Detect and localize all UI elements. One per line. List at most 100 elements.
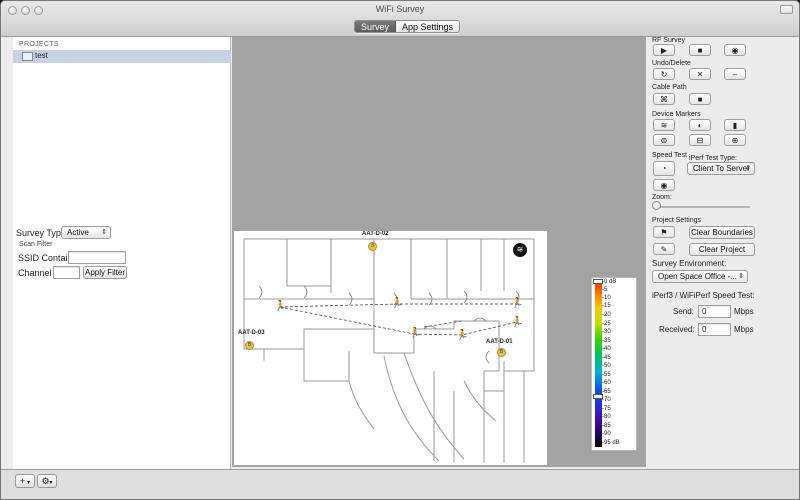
scale-tick: -40 <box>602 346 611 352</box>
flag-icon: ⚑ <box>660 227 668 237</box>
scale-tick: -95 dB <box>602 440 620 446</box>
ap-badge-d01[interactable]: B <box>497 348 506 357</box>
survey-point-marker[interactable]: 🏃 <box>511 298 523 309</box>
survey-filter-panel: Survey Type: Active ⇕ Scan Filter SSID C… <box>13 223 231 283</box>
scale-tick: -15 <box>602 303 611 309</box>
iperf-type-select[interactable]: Client To Server ⇕ <box>687 162 755 175</box>
channel-input[interactable] <box>53 266 80 279</box>
ap-label-d02: AAT-D-02 <box>362 231 389 237</box>
ap-badge-d03[interactable]: B <box>245 341 254 350</box>
cable-icon: ⌘ <box>660 94 668 104</box>
scale-tick: -70 <box>602 397 611 403</box>
project-settings-label: Project Settings <box>652 217 702 224</box>
apply-filter-button[interactable]: Apply Filter <box>83 266 127 279</box>
cable-stop-button[interactable]: ■ <box>689 93 711 105</box>
title-bar: WiFi Survey Survey App Settings <box>1 1 799 37</box>
speed-view-button[interactable]: ◉ <box>653 179 675 191</box>
send-unit: Mbps <box>734 307 754 316</box>
remove-button[interactable]: – <box>724 68 746 80</box>
scale-tick: -60 <box>602 380 611 386</box>
scale-tick: -75 <box>602 406 611 412</box>
speed-test-label: Speed Test <box>652 152 687 159</box>
scan-filter-label: Scan Filter <box>19 241 53 248</box>
speedometer-icon: ◔ <box>661 164 667 173</box>
eye-icon: ◉ <box>660 180 668 190</box>
project-settings-button[interactable]: ⚙▾ <box>37 474 57 488</box>
gear-icon: ⚙ <box>41 476 50 486</box>
survey-point-marker[interactable]: 🏃 <box>409 328 421 339</box>
zoom-slider-track[interactable] <box>654 206 750 208</box>
wifi-icon[interactable]: ≋ <box>513 243 527 257</box>
signal-gradient-bar <box>595 281 602 447</box>
projects-header: PROJECTS <box>19 41 59 48</box>
survey-point-marker[interactable]: 🏃 <box>274 301 286 312</box>
wifi-icon: ≋ <box>660 120 668 130</box>
speed-test-button[interactable]: ◔ <box>653 161 675 176</box>
floor-plan[interactable]: AAT-D-02 AAT-D-03 AAT-D-01 3 B B ≋ 🏃 🏃 🏃… <box>234 231 547 465</box>
received-value-field[interactable]: 0 <box>698 323 731 336</box>
router-icon: ⊟ <box>696 135 704 145</box>
marker-wifi-button[interactable]: ≋ <box>653 119 675 131</box>
ap-label-d01: AAT-D-01 <box>486 339 513 345</box>
project-icon <box>22 52 33 61</box>
scale-tick: -45 <box>602 355 611 361</box>
chevron-updown-icon: ⇕ <box>738 273 744 280</box>
chevron-updown-icon: ⇕ <box>101 229 107 236</box>
cable-path-button[interactable]: ⌘ <box>653 93 675 105</box>
scale-tick: -20 <box>602 312 611 318</box>
delete-icon: ✕ <box>696 69 704 79</box>
toolbar-toggle-button[interactable] <box>780 5 793 14</box>
tab-app-settings[interactable]: App Settings <box>396 21 460 32</box>
add-project-button[interactable]: + ▾ <box>15 474 35 488</box>
scale-tick: -0 dB <box>602 279 617 285</box>
project-item-test[interactable]: test <box>13 50 231 63</box>
chevron-updown-icon: ⇕ <box>745 165 751 172</box>
marker-printer-button[interactable]: ⊜ <box>653 134 675 146</box>
scale-tick: -10 <box>602 295 611 301</box>
channel-label: Channel <box>18 268 52 278</box>
survey-type-select[interactable]: Active ⇕ <box>61 226 111 239</box>
stop-icon: ■ <box>697 45 703 55</box>
tab-bar: Survey App Settings <box>354 20 461 33</box>
minus-icon: – <box>732 69 738 79</box>
scale-tick: -85 <box>602 423 611 429</box>
edit-project-button[interactable]: ✎ <box>653 243 675 255</box>
send-value-field[interactable]: 0 <box>698 305 731 318</box>
ssid-input[interactable] <box>68 251 126 264</box>
ap-badge-d02[interactable]: 3 <box>368 242 377 251</box>
delete-button[interactable]: ✕ <box>689 68 711 80</box>
survey-point-marker[interactable]: 🏃 <box>456 330 468 341</box>
marker-phone-button[interactable]: ▮ <box>724 119 746 131</box>
zoom-slider-knob[interactable] <box>652 201 661 210</box>
phone-icon: ▮ <box>732 120 738 130</box>
rf-survey-label: RF Survey <box>652 37 686 44</box>
switch-icon: ⊕ <box>731 135 739 145</box>
marker-router-button[interactable]: ⊟ <box>689 134 711 146</box>
clear-project-button[interactable]: Clear Project <box>689 243 755 256</box>
device-markers-label: Device Markers <box>652 111 701 118</box>
pencil-icon: ✎ <box>660 244 668 254</box>
camera-icon: ◐ <box>697 120 703 130</box>
scale-tick: -5 <box>602 287 608 293</box>
app-window: WiFi Survey Survey App Settings PROJECTS… <box>0 0 800 500</box>
play-button[interactable]: ▶ <box>653 44 675 56</box>
view-button[interactable]: ◉ <box>724 44 746 56</box>
bottom-bar: + ▾ ⚙▾ <box>1 469 799 499</box>
survey-point-marker[interactable]: 🏃 <box>511 317 523 328</box>
scale-tick: -25 <box>602 321 611 327</box>
received-unit: Mbps <box>734 325 754 334</box>
scale-tick: -35 <box>602 338 611 344</box>
boundary-flag-button[interactable]: ⚑ <box>653 226 675 238</box>
survey-point-marker[interactable]: 🏃 <box>391 298 403 309</box>
survey-env-select[interactable]: Open Space Office -... ⇕ <box>652 270 748 283</box>
marker-camera-button[interactable]: ◐ <box>689 119 711 131</box>
stop-button[interactable]: ■ <box>689 44 711 56</box>
zoom-label: Zoom: <box>652 194 672 201</box>
survey-tools-panel: RF Survey ▶ ■ ◉ Undo/Delete ↻ ✕ – Cable … <box>647 37 799 469</box>
marker-switch-button[interactable]: ⊕ <box>724 134 746 146</box>
clear-boundaries-button[interactable]: Clear Boundaries <box>689 226 755 239</box>
undo-button[interactable]: ↻ <box>653 68 675 80</box>
scale-tick: -55 <box>602 372 611 378</box>
tab-survey[interactable]: Survey <box>355 21 397 32</box>
received-label: Received: <box>659 325 695 334</box>
